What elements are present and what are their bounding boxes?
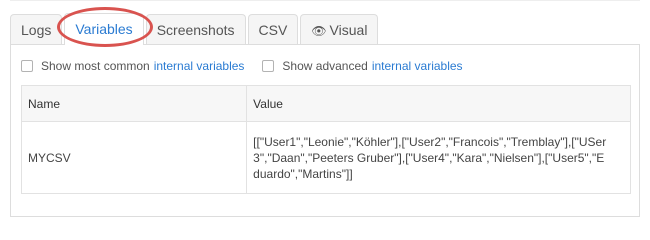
option-advanced[interactable]: Show advanced internal variables bbox=[262, 59, 463, 73]
common-option-label: Show most common bbox=[41, 59, 150, 73]
eye-icon: 👁 bbox=[311, 24, 327, 38]
variables-page: Logs Variables Screenshots CSV 👁 Visual S… bbox=[0, 0, 650, 233]
option-common[interactable]: Show most common internal variables bbox=[21, 59, 244, 73]
tab-csv-label: CSV bbox=[258, 22, 288, 38]
tab-logs[interactable]: Logs bbox=[10, 14, 63, 44]
tab-screenshots-label: Screenshots bbox=[156, 22, 235, 38]
variables-table: Name Value MYCSV [["User1","Leonie","Köh… bbox=[20, 85, 631, 194]
tab-visual-label: Visual bbox=[329, 22, 368, 38]
common-internal-variables-link[interactable]: internal variables bbox=[154, 59, 245, 73]
variable-value-text: [["User1","Leonie","Köhler"],["User2","F… bbox=[253, 134, 607, 181]
variable-options: Show most common internal variables Show… bbox=[21, 59, 481, 73]
column-header-value: Value bbox=[246, 85, 631, 122]
tab-csv[interactable]: CSV bbox=[247, 14, 299, 44]
table-row: MYCSV [["User1","Leonie","Köhler"],["Use… bbox=[20, 121, 631, 194]
variable-name-cell: MYCSV bbox=[20, 121, 248, 194]
tab-screenshots[interactable]: Screenshots bbox=[145, 14, 246, 44]
advanced-internal-variables-link[interactable]: internal variables bbox=[372, 59, 463, 73]
column-header-name: Name bbox=[20, 85, 248, 122]
advanced-option-label: Show advanced bbox=[282, 59, 368, 73]
tab-visual[interactable]: 👁 Visual bbox=[300, 14, 379, 44]
top-divider bbox=[10, 0, 640, 1]
advanced-variables-checkbox[interactable] bbox=[262, 60, 275, 72]
variable-value-cell: [["User1","Leonie","Köhler"],["User2","F… bbox=[246, 121, 631, 194]
table-header-row: Name Value bbox=[20, 85, 631, 122]
common-variables-checkbox[interactable] bbox=[21, 60, 33, 72]
tab-bar: Logs Variables Screenshots CSV 👁 Visual bbox=[10, 13, 380, 45]
tab-logs-label: Logs bbox=[21, 22, 52, 38]
tab-variables-label: Variables bbox=[75, 21, 133, 37]
variables-panel: Show most common internal variables Show… bbox=[10, 44, 640, 217]
tab-variables[interactable]: Variables bbox=[64, 13, 144, 45]
